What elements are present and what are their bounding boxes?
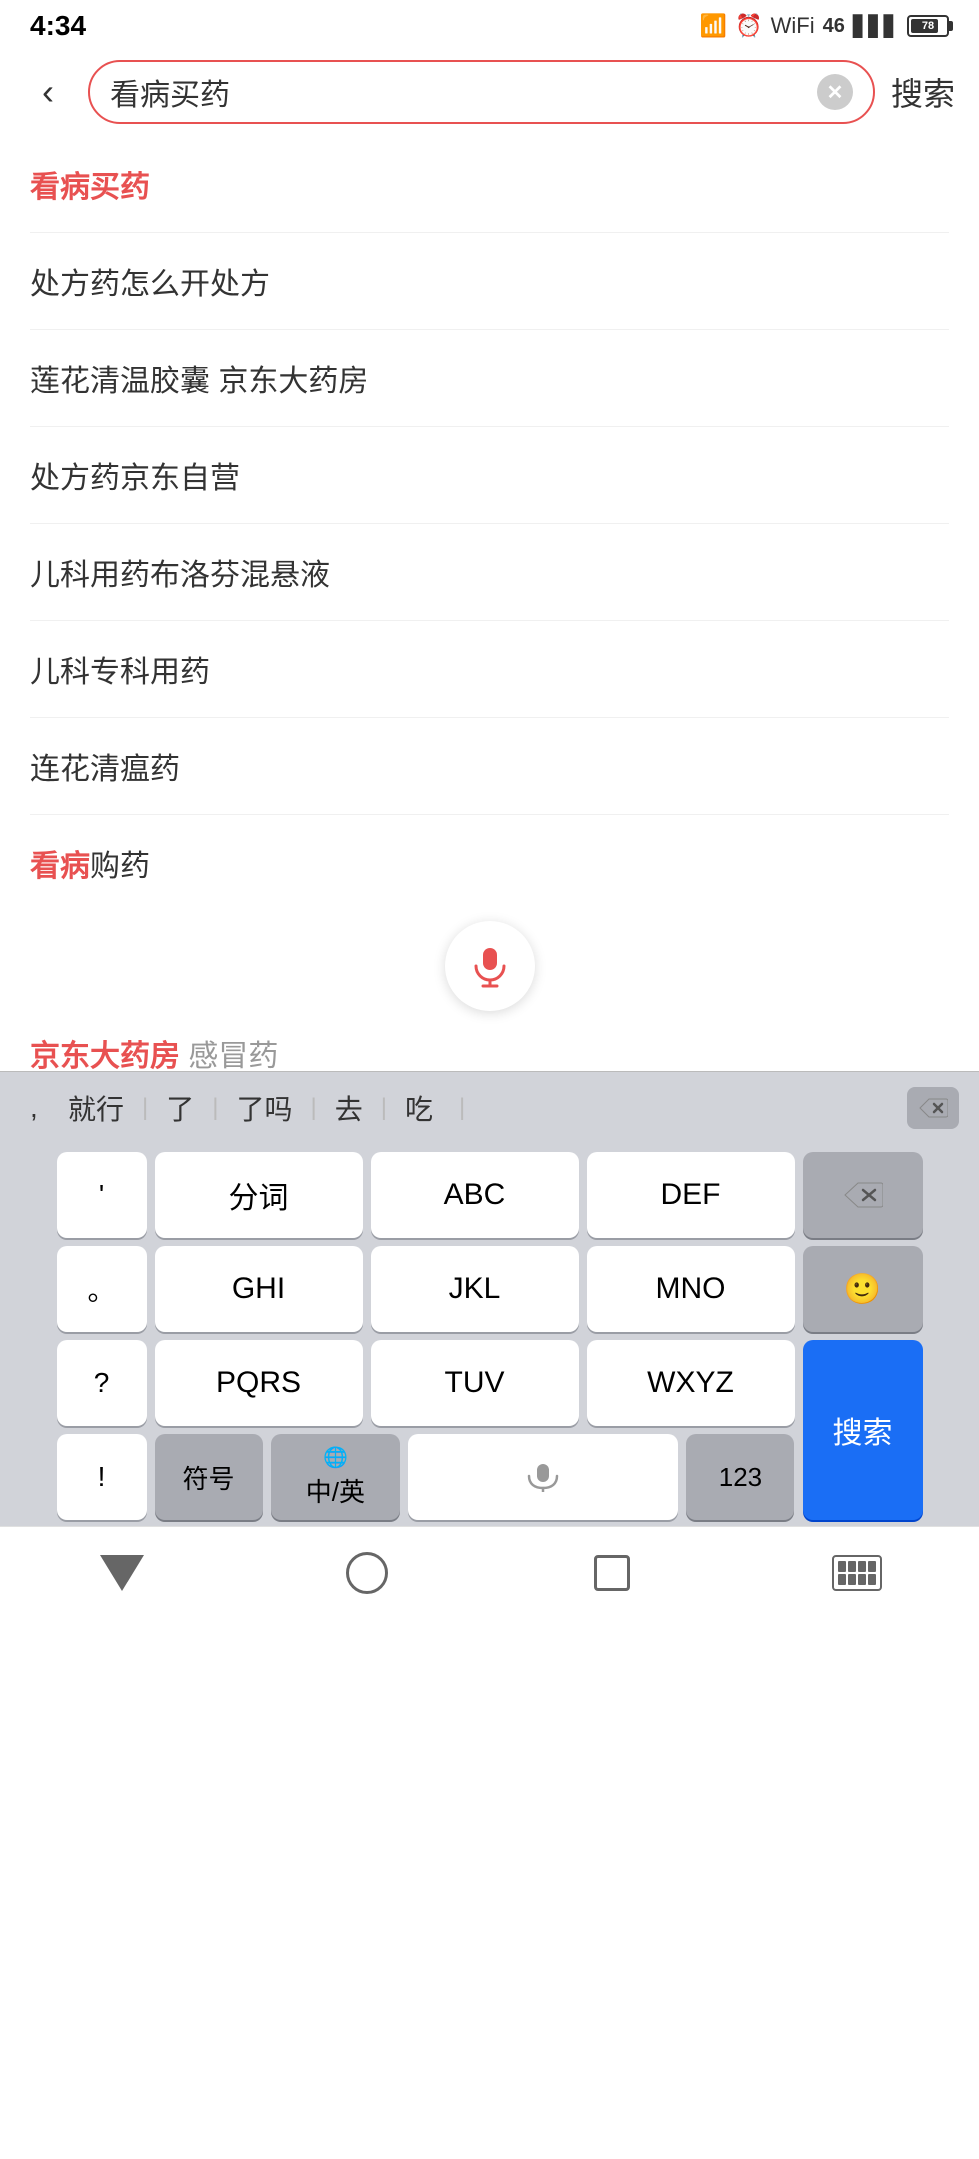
jkl-key[interactable]: JKL	[371, 1246, 579, 1332]
microphone-icon	[468, 944, 512, 988]
suggestion-text: 处方药京东自营	[30, 453, 240, 497]
suggestion-text: 处方药怎么开处方	[30, 259, 270, 303]
voice-area	[0, 911, 979, 1011]
signal-bars-icon: ▋▋▋	[853, 14, 899, 39]
keyboard: ' 。 ? ! 分词 ABC DEF GHI JKL MNO PQRS TUV	[0, 1144, 979, 1526]
mno-key[interactable]: MNO	[587, 1246, 795, 1332]
nav-home-button[interactable]	[327, 1543, 407, 1603]
language-key[interactable]: 🌐 中/英	[271, 1434, 401, 1520]
suggestion-word[interactable]: 就行	[50, 1080, 142, 1136]
suggestion-word[interactable]: 吃	[387, 1080, 451, 1136]
globe-icon: 🌐	[323, 1445, 348, 1470]
status-time: 4:34	[30, 10, 86, 42]
suggestion-item[interactable]: 看病购药	[30, 815, 949, 911]
search-input[interactable]	[110, 75, 817, 109]
suggestion-highlight: 看病买药	[30, 162, 150, 206]
back-button[interactable]: ‹	[24, 71, 72, 113]
emoji-key[interactable]: 🙂	[803, 1246, 923, 1332]
suggestion-text: 莲花清温胶囊 京东大药房	[30, 356, 368, 400]
question-key[interactable]: ?	[57, 1340, 147, 1426]
keyboard-main-area: ' 。 ? ! 分词 ABC DEF GHI JKL MNO PQRS TUV	[8, 1152, 971, 1520]
search-header: ‹ ✕ 搜索	[0, 48, 979, 136]
voice-button[interactable]	[445, 921, 535, 1011]
alarm-icon: ⏰	[735, 13, 762, 39]
suggestion-word[interactable]: 了吗	[219, 1080, 311, 1136]
abc-key[interactable]: ABC	[371, 1152, 579, 1238]
home-nav-icon	[346, 1552, 388, 1594]
signal-icon: 46	[823, 15, 845, 38]
suggestion-item[interactable]: 莲花清温胶囊 京东大药房	[30, 330, 949, 427]
back-nav-icon	[100, 1555, 144, 1591]
partial-suggestion[interactable]: 京东大药房 感冒药	[0, 1011, 979, 1071]
exclaim-key[interactable]: !	[57, 1434, 147, 1520]
keyboard-punctuation-column: ' 。 ? !	[57, 1152, 147, 1520]
suggestion-item[interactable]: 处方药京东自营	[30, 427, 949, 524]
search-box: ✕	[88, 60, 875, 124]
keyboard-right-column: 🙂 搜索	[803, 1152, 923, 1520]
suggestion-text: 连花清瘟药	[30, 744, 180, 788]
def-key[interactable]: DEF	[587, 1152, 795, 1238]
keyboard-search-button[interactable]: 搜索	[803, 1340, 923, 1520]
suggestion-item[interactable]: 儿科用药布洛芬混悬液	[30, 524, 949, 621]
suggestion-item[interactable]: 连花清瘟药	[30, 718, 949, 815]
backspace-key[interactable]	[803, 1152, 923, 1238]
space-key[interactable]	[408, 1434, 678, 1520]
nfc-icon: 📶	[700, 13, 727, 39]
suggestion-item[interactable]: 看病买药	[30, 136, 949, 233]
delete-suggestion-button[interactable]	[907, 1087, 959, 1129]
nav-keyboard-button[interactable]	[817, 1543, 897, 1603]
smiley-icon: 🙂	[844, 1272, 881, 1307]
number-key[interactable]: 123	[686, 1434, 794, 1520]
wxyz-key[interactable]: WXYZ	[587, 1340, 795, 1426]
suggestion-item[interactable]: 儿科专科用药	[30, 621, 949, 718]
ghi-key[interactable]: GHI	[155, 1246, 363, 1332]
recents-nav-icon	[594, 1555, 630, 1591]
period-key[interactable]: 。	[57, 1246, 147, 1332]
suggestion-highlight: 看病	[30, 841, 90, 885]
tuv-key[interactable]: TUV	[371, 1340, 579, 1426]
suggestion-text: 儿科用药布洛芬混悬液	[30, 550, 330, 594]
keyboard-nav-icon	[832, 1555, 882, 1591]
symbol-key[interactable]: 符号	[155, 1434, 263, 1520]
navigation-bar	[0, 1526, 979, 1613]
fen-ci-key[interactable]: 分词	[155, 1152, 363, 1238]
nav-recents-button[interactable]	[572, 1543, 652, 1603]
suggestion-word[interactable]: 去	[317, 1080, 381, 1136]
suggestion-text: 购药	[90, 841, 150, 885]
comma-key[interactable]: ,	[20, 1092, 50, 1124]
status-icons: 📶 ⏰ WiFi 46 ▋▋▋ 78	[700, 13, 949, 39]
microphone-space-icon	[523, 1462, 563, 1492]
backspace-icon	[843, 1181, 883, 1209]
nav-back-button[interactable]	[82, 1543, 162, 1603]
suggestions-list: 看病买药 处方药怎么开处方 莲花清温胶囊 京东大药房 处方药京东自营 儿科用药布…	[0, 136, 979, 911]
wifi-icon: WiFi	[771, 13, 815, 39]
clear-button[interactable]: ✕	[817, 74, 853, 110]
comma-punct-key[interactable]: '	[57, 1152, 147, 1238]
pqrs-key[interactable]: PQRS	[155, 1340, 363, 1426]
status-bar: 4:34 📶 ⏰ WiFi 46 ▋▋▋ 78	[0, 0, 979, 48]
suggestion-text: 儿科专科用药	[30, 647, 210, 691]
lang-label: 中/英	[306, 1472, 365, 1509]
battery-icon: 78	[907, 15, 949, 37]
suggestion-word[interactable]: 了	[148, 1080, 212, 1136]
search-button[interactable]: 搜索	[891, 69, 955, 115]
keyboard-suggestions-bar: , 就行 | 了 | 了吗 | 去 | 吃 |	[0, 1071, 979, 1144]
suggestion-item[interactable]: 处方药怎么开处方	[30, 233, 949, 330]
